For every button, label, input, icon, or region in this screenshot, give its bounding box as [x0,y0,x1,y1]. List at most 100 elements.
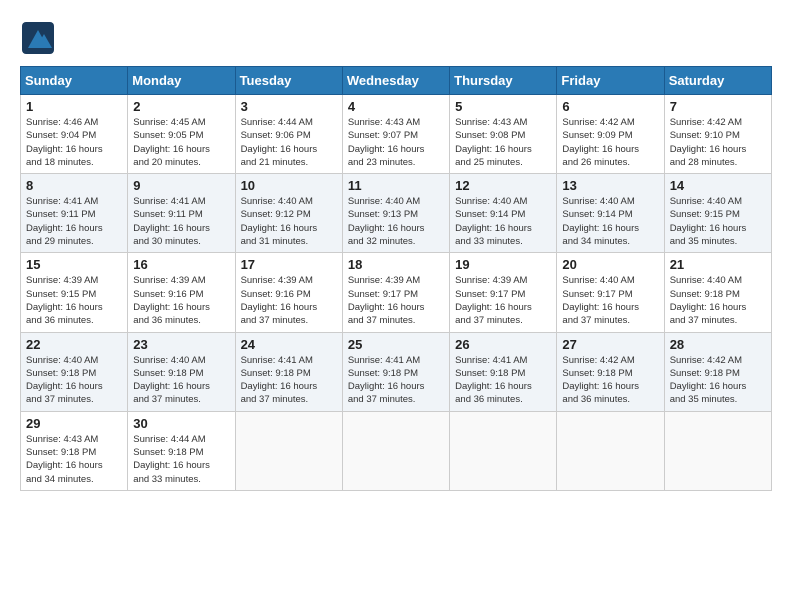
day-of-week-header: Tuesday [235,67,342,95]
day-number: 11 [348,178,444,193]
calendar-cell: 24 Sunrise: 4:41 AM Sunset: 9:18 PM Dayli… [235,332,342,411]
calendar-cell: 22 Sunrise: 4:40 AM Sunset: 9:18 PM Dayli… [21,332,128,411]
day-info: Sunrise: 4:44 AM Sunset: 9:06 PM Dayligh… [241,116,337,169]
calendar-cell: 13 Sunrise: 4:40 AM Sunset: 9:14 PM Dayli… [557,174,664,253]
day-number: 21 [670,257,766,272]
calendar-cell: 18 Sunrise: 4:39 AM Sunset: 9:17 PM Dayli… [342,253,449,332]
day-number: 24 [241,337,337,352]
day-number: 16 [133,257,229,272]
day-number: 14 [670,178,766,193]
calendar-cell: 20 Sunrise: 4:40 AM Sunset: 9:17 PM Dayli… [557,253,664,332]
day-info: Sunrise: 4:40 AM Sunset: 9:18 PM Dayligh… [670,274,766,327]
calendar-cell: 17 Sunrise: 4:39 AM Sunset: 9:16 PM Dayli… [235,253,342,332]
day-number: 12 [455,178,551,193]
day-number: 17 [241,257,337,272]
day-number: 19 [455,257,551,272]
day-of-week-header: Thursday [450,67,557,95]
day-number: 5 [455,99,551,114]
day-info: Sunrise: 4:39 AM Sunset: 9:16 PM Dayligh… [241,274,337,327]
day-info: Sunrise: 4:41 AM Sunset: 9:18 PM Dayligh… [455,354,551,407]
day-number: 26 [455,337,551,352]
day-of-week-header: Sunday [21,67,128,95]
day-info: Sunrise: 4:41 AM Sunset: 9:11 PM Dayligh… [26,195,122,248]
calendar-cell: 16 Sunrise: 4:39 AM Sunset: 9:16 PM Dayli… [128,253,235,332]
day-info: Sunrise: 4:45 AM Sunset: 9:05 PM Dayligh… [133,116,229,169]
calendar-cell [342,411,449,490]
calendar-cell: 29 Sunrise: 4:43 AM Sunset: 9:18 PM Dayli… [21,411,128,490]
day-info: Sunrise: 4:46 AM Sunset: 9:04 PM Dayligh… [26,116,122,169]
day-number: 29 [26,416,122,431]
day-info: Sunrise: 4:39 AM Sunset: 9:16 PM Dayligh… [133,274,229,327]
calendar-cell: 1Sunrise: 4:46 AM Sunset: 9:04 PM Daylig… [21,95,128,174]
calendar-cell [450,411,557,490]
calendar-cell: 7 Sunrise: 4:42 AM Sunset: 9:10 PM Daylig… [664,95,771,174]
day-info: Sunrise: 4:41 AM Sunset: 9:11 PM Dayligh… [133,195,229,248]
calendar-cell: 3 Sunrise: 4:44 AM Sunset: 9:06 PM Daylig… [235,95,342,174]
day-info: Sunrise: 4:43 AM Sunset: 9:08 PM Dayligh… [455,116,551,169]
day-info: Sunrise: 4:44 AM Sunset: 9:18 PM Dayligh… [133,433,229,486]
day-of-week-header: Wednesday [342,67,449,95]
day-info: Sunrise: 4:39 AM Sunset: 9:17 PM Dayligh… [348,274,444,327]
calendar-cell [557,411,664,490]
calendar-cell [664,411,771,490]
calendar-cell: 25Sunrise: 4:41 AM Sunset: 9:18 PM Dayli… [342,332,449,411]
day-info: Sunrise: 4:40 AM Sunset: 9:14 PM Dayligh… [455,195,551,248]
calendar-cell: 15 Sunrise: 4:39 AM Sunset: 9:15 PM Dayli… [21,253,128,332]
day-info: Sunrise: 4:43 AM Sunset: 9:07 PM Dayligh… [348,116,444,169]
day-info: Sunrise: 4:40 AM Sunset: 9:15 PM Dayligh… [670,195,766,248]
calendar-cell: 23Sunrise: 4:40 AM Sunset: 9:18 PM Dayli… [128,332,235,411]
calendar-cell: 11 Sunrise: 4:40 AM Sunset: 9:13 PM Dayli… [342,174,449,253]
calendar: SundayMondayTuesdayWednesdayThursdayFrid… [20,66,772,491]
calendar-cell: 12 Sunrise: 4:40 AM Sunset: 9:14 PM Dayli… [450,174,557,253]
calendar-cell: 28 Sunrise: 4:42 AM Sunset: 9:18 PM Dayli… [664,332,771,411]
day-info: Sunrise: 4:39 AM Sunset: 9:15 PM Dayligh… [26,274,122,327]
page-header [20,20,772,56]
day-number: 15 [26,257,122,272]
day-number: 7 [670,99,766,114]
calendar-cell: 2 Sunrise: 4:45 AM Sunset: 9:05 PM Daylig… [128,95,235,174]
logo-icon [20,20,56,56]
day-info: Sunrise: 4:40 AM Sunset: 9:13 PM Dayligh… [348,195,444,248]
day-number: 25 [348,337,444,352]
day-number: 4 [348,99,444,114]
day-number: 13 [562,178,658,193]
day-info: Sunrise: 4:40 AM Sunset: 9:17 PM Dayligh… [562,274,658,327]
day-info: Sunrise: 4:40 AM Sunset: 9:14 PM Dayligh… [562,195,658,248]
day-number: 2 [133,99,229,114]
day-info: Sunrise: 4:42 AM Sunset: 9:18 PM Dayligh… [670,354,766,407]
day-number: 9 [133,178,229,193]
day-info: Sunrise: 4:40 AM Sunset: 9:12 PM Dayligh… [241,195,337,248]
day-of-week-header: Saturday [664,67,771,95]
day-number: 27 [562,337,658,352]
day-info: Sunrise: 4:42 AM Sunset: 9:10 PM Dayligh… [670,116,766,169]
day-number: 30 [133,416,229,431]
calendar-cell: 10 Sunrise: 4:40 AM Sunset: 9:12 PM Dayli… [235,174,342,253]
calendar-cell: 9 Sunrise: 4:41 AM Sunset: 9:11 PM Daylig… [128,174,235,253]
day-info: Sunrise: 4:40 AM Sunset: 9:18 PM Dayligh… [133,354,229,407]
calendar-cell: 19 Sunrise: 4:39 AM Sunset: 9:17 PM Dayli… [450,253,557,332]
day-info: Sunrise: 4:40 AM Sunset: 9:18 PM Dayligh… [26,354,122,407]
day-info: Sunrise: 4:42 AM Sunset: 9:18 PM Dayligh… [562,354,658,407]
day-number: 18 [348,257,444,272]
calendar-cell: 8 Sunrise: 4:41 AM Sunset: 9:11 PM Daylig… [21,174,128,253]
calendar-cell: 4 Sunrise: 4:43 AM Sunset: 9:07 PM Daylig… [342,95,449,174]
calendar-cell [235,411,342,490]
day-number: 10 [241,178,337,193]
day-number: 22 [26,337,122,352]
day-number: 3 [241,99,337,114]
day-of-week-header: Monday [128,67,235,95]
day-number: 6 [562,99,658,114]
logo [20,20,60,56]
calendar-cell: 26 Sunrise: 4:41 AM Sunset: 9:18 PM Dayli… [450,332,557,411]
day-number: 8 [26,178,122,193]
day-info: Sunrise: 4:41 AM Sunset: 9:18 PM Dayligh… [241,354,337,407]
day-info: Sunrise: 4:42 AM Sunset: 9:09 PM Dayligh… [562,116,658,169]
day-of-week-header: Friday [557,67,664,95]
calendar-cell: 6 Sunrise: 4:42 AM Sunset: 9:09 PM Daylig… [557,95,664,174]
calendar-cell: 14 Sunrise: 4:40 AM Sunset: 9:15 PM Dayli… [664,174,771,253]
day-info: Sunrise: 4:43 AM Sunset: 9:18 PM Dayligh… [26,433,122,486]
calendar-cell: 27 Sunrise: 4:42 AM Sunset: 9:18 PM Dayli… [557,332,664,411]
day-info: Sunrise: 4:39 AM Sunset: 9:17 PM Dayligh… [455,274,551,327]
day-number: 20 [562,257,658,272]
day-number: 28 [670,337,766,352]
